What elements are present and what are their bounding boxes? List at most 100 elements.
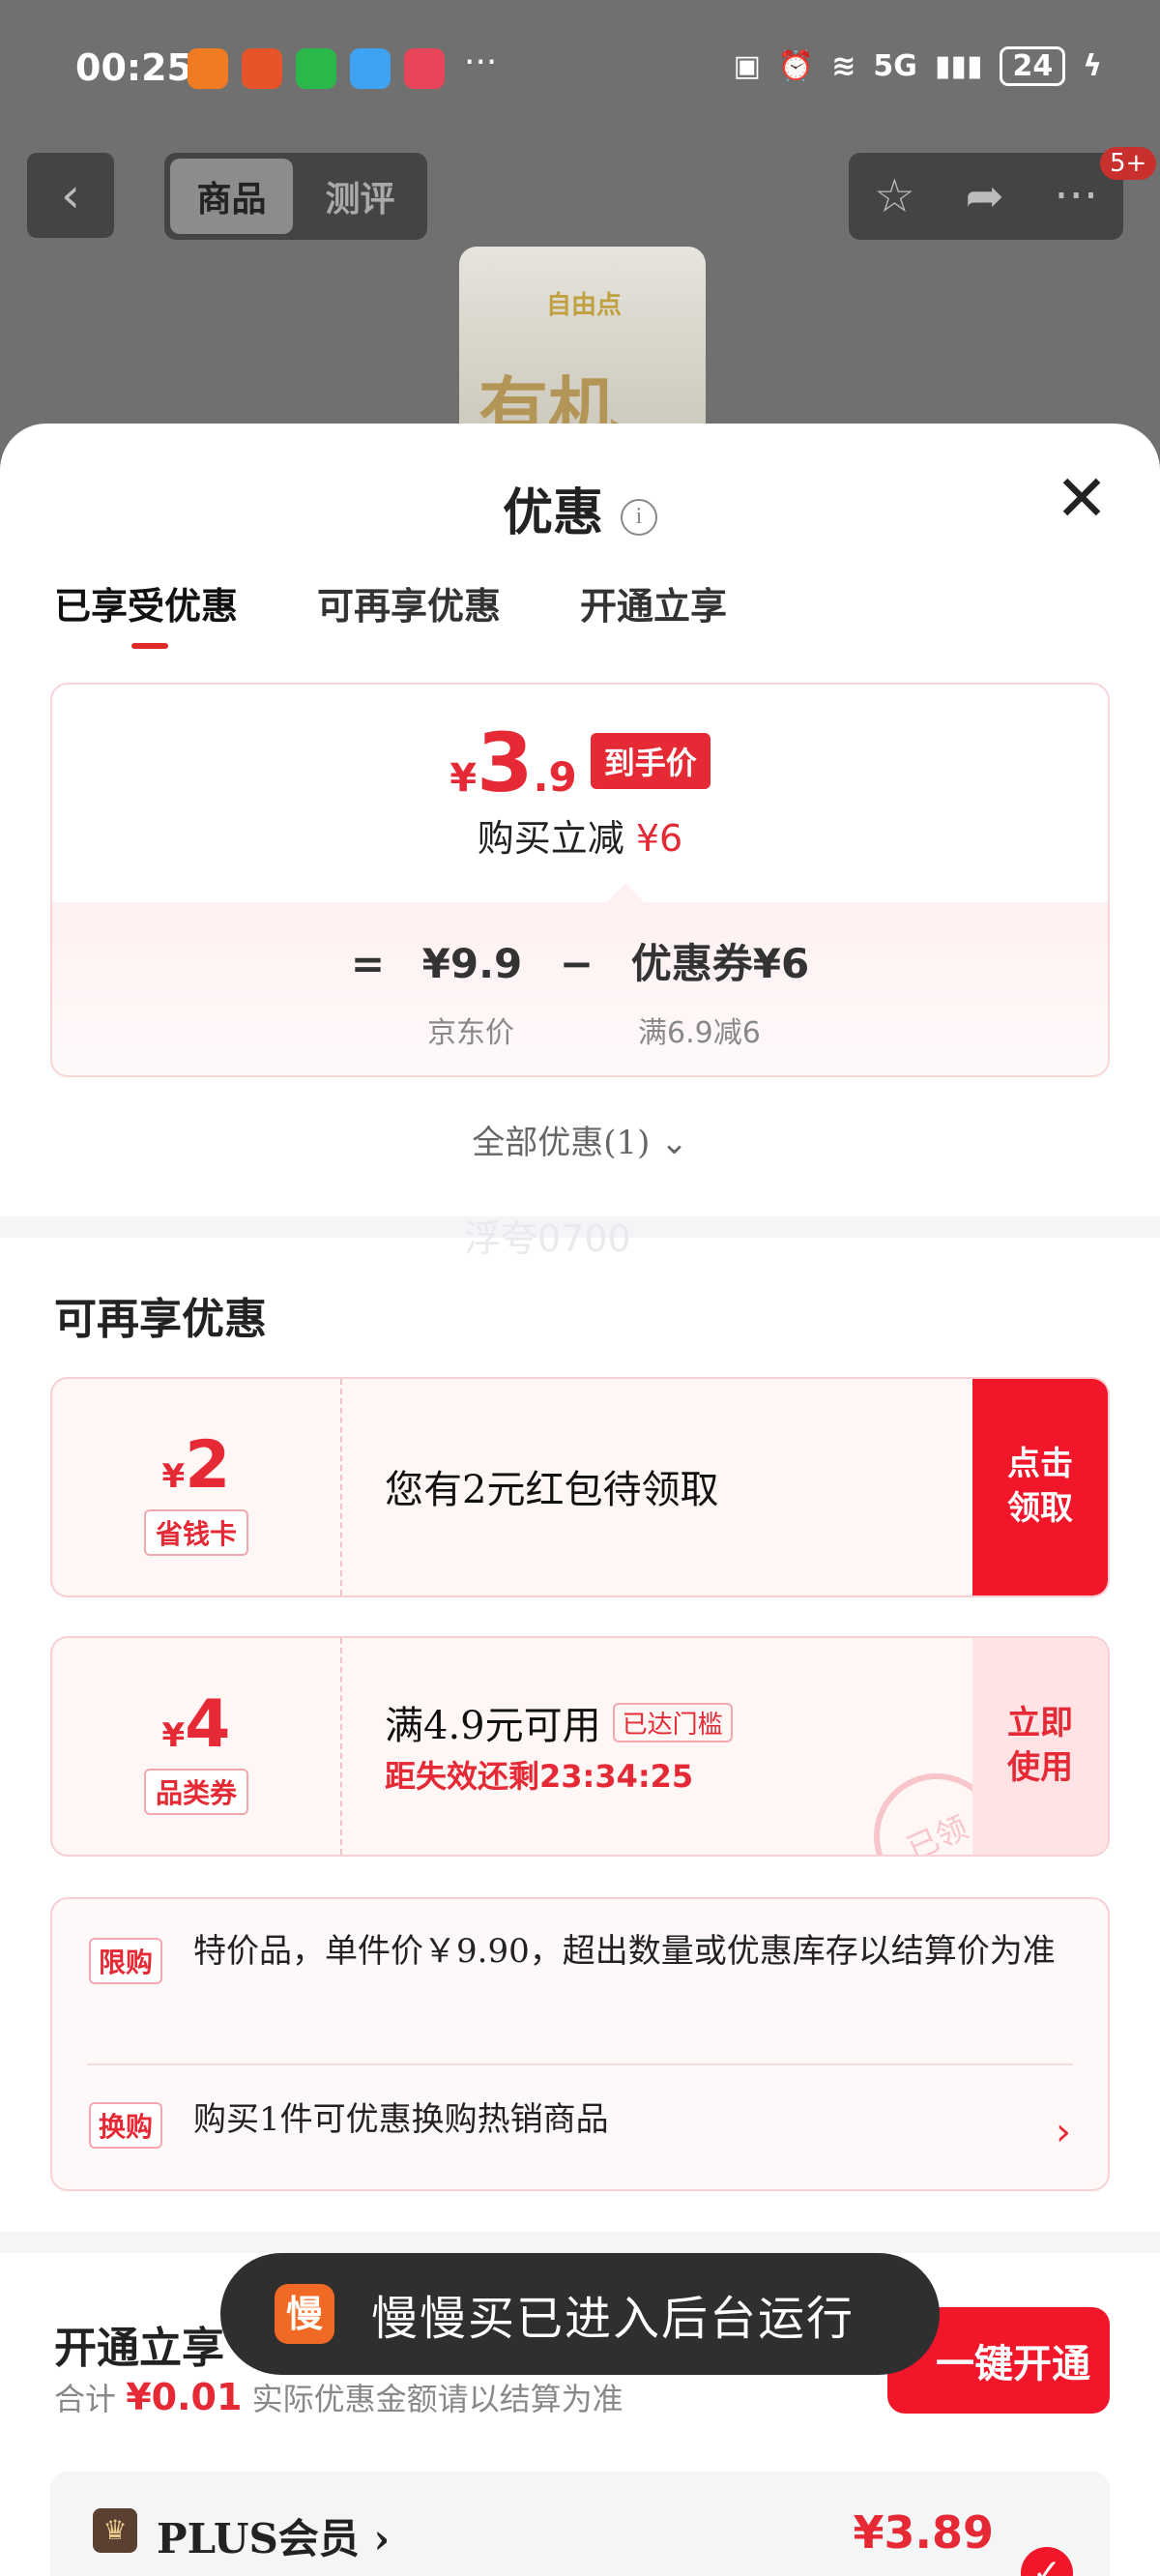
coupon-amount-value: 4 [185, 1686, 231, 1763]
watermark: 浮夸0700 [464, 1217, 631, 1260]
reduction-label: 购买立减 [477, 817, 624, 860]
limit-rule-text: 特价品，单件价￥9.90，超出数量或优惠库存以结算价为准 [193, 1932, 1056, 1971]
more-icon[interactable]: ··· [1054, 169, 1098, 223]
coupon-currency: ¥ [161, 1457, 186, 1496]
currency-symbol: ¥ [450, 756, 478, 801]
reduction-value: ¥6 [635, 817, 683, 860]
info-icon[interactable]: i [621, 498, 657, 536]
plus-member-price: ¥3.89 [853, 2506, 994, 2559]
claim-button-label: 点击 领取 [1007, 1445, 1073, 1528]
final-price-area: ¥3.9 到手价 购买立减 ¥6 [52, 685, 1108, 902]
wechat-icon [296, 48, 336, 89]
alarm-icon: ⏰ [777, 49, 815, 83]
tab-product[interactable]: 商品 [170, 159, 293, 234]
coupon-description: 您有2元红包待领取 [385, 1468, 719, 1512]
tab-review[interactable]: 测评 [299, 159, 421, 234]
coupon-description: 满4.9元可用 已达门槛 [385, 1694, 733, 1750]
chevron-right-icon[interactable]: › [1056, 2110, 1071, 2154]
exchange-rule-text[interactable]: 购买1件可优惠换购热销商品 [193, 2094, 1083, 2146]
battery-icon: 24 [1000, 46, 1066, 86]
use-button[interactable]: 立即 使用 [972, 1638, 1108, 1855]
background-page: 00:25 ··· ▣ ⏰ ≋ 5G ▮▮▮ 24 ϟ ‹ 商品 测评 ☆ ➦ … [0, 0, 1160, 454]
back-button[interactable]: ‹ [27, 153, 114, 238]
price-formula: = ¥9.9 − 优惠券¥6 [52, 931, 1108, 990]
plus-member-row[interactable]: ♛ PLUS会员 › ¥3.89 ✓ [50, 2472, 1110, 2576]
price-decimal: .9 [533, 753, 577, 801]
use-button-label: 立即 使用 [1007, 1704, 1073, 1787]
minus-sign: − [559, 940, 594, 987]
star-icon[interactable]: ☆ [874, 169, 915, 223]
close-button[interactable]: ✕ [1052, 467, 1112, 531]
wifi-icon: ≋ [831, 49, 856, 83]
all-discounts-link[interactable]: 全部优惠(1) ⌄ [0, 1116, 1160, 1163]
purchase-reduction: 购买立减 ¥6 [52, 808, 1108, 862]
share-icon[interactable]: ➦ [966, 169, 1004, 223]
chevron-right-icon: › [373, 2515, 391, 2562]
background-running-toast: 慢 慢慢买已进入后台运行 [220, 2253, 940, 2375]
notification-app-icon [242, 48, 282, 89]
final-price-tag: 到手价 [590, 733, 710, 789]
section-divider [0, 2232, 1160, 2253]
purchase-rules: 限购 特价品，单件价￥9.90，超出数量或优惠库存以结算价为准 换购 购买1件可… [50, 1897, 1110, 2191]
coupon-amount: ¥4 [52, 1686, 340, 1763]
sheet-title-text: 优惠 [502, 483, 603, 542]
base-price: ¥9.9 [421, 940, 523, 987]
base-price-label: 京东价 [427, 1016, 514, 1050]
nfc-icon: ▣ [733, 49, 761, 83]
chevron-left-icon: ‹ [61, 167, 80, 223]
summary-prefix: 合计 [54, 2381, 117, 2417]
summary-amount: ¥0.01 [126, 2376, 243, 2418]
equals-sign: = [350, 940, 386, 987]
claim-button[interactable]: 点击 领取 [972, 1379, 1108, 1595]
open-enjoy-title: 开通立享 [54, 2324, 224, 2373]
top-nav: ‹ 商品 测评 ☆ ➦ ··· 5+ [0, 147, 1160, 240]
product-brand: 自由点 [546, 291, 623, 320]
tab-more-discounts[interactable]: 可再享优惠 [317, 576, 501, 649]
all-discounts-label: 全部优惠(1) [472, 1124, 651, 1162]
charging-icon: ϟ [1083, 49, 1102, 83]
plus-member-label: PLUS会员 › [157, 2506, 390, 2565]
check-icon[interactable]: ✓ [1021, 2547, 1073, 2576]
limit-tag: 限购 [89, 1938, 163, 1984]
sheet-tabs: 已享受优惠 可再享优惠 开通立享 [54, 576, 727, 649]
coupon-expire-countdown: 距失效还剩23:34:25 [385, 1758, 694, 1795]
price-integer: 3 [477, 716, 534, 810]
signal-icon: ▮▮▮ [934, 49, 983, 83]
open-enjoy-summary: 合计 ¥0.01 实际优惠金额请以结算为准 [54, 2375, 624, 2419]
top-actions: ☆ ➦ ··· [849, 153, 1123, 240]
coupon-rule: 满6.9减6 [638, 1016, 761, 1050]
notification-app-icon [404, 48, 445, 89]
plus-label-text: PLUS会员 [157, 2515, 360, 2562]
crown-icon: ♛ [93, 2508, 137, 2553]
coupon-card-redpacket: ¥2 省钱卡 您有2元红包待领取 点击 领取 [50, 1377, 1110, 1597]
message-badge: 5+ [1100, 147, 1157, 180]
price-card: ¥3.9 到手价 购买立减 ¥6 = ¥9.9 − 优惠券¥6 京东价 满6.9减… [50, 683, 1110, 1077]
notification-app-icon [188, 48, 228, 89]
manmanmai-app-icon: 慢 [275, 2284, 334, 2344]
tab-enjoyed[interactable]: 已享受优惠 [54, 576, 238, 649]
network-label: 5G [873, 49, 917, 83]
more-notifications-icon: ··· [464, 43, 498, 82]
top-tabs: 商品 测评 [164, 153, 427, 240]
exchange-tag: 换购 [89, 2102, 163, 2149]
status-indicators: ▣ ⏰ ≋ 5G ▮▮▮ 24 ϟ [734, 46, 1102, 86]
price-breakdown: = ¥9.9 − 优惠券¥6 京东价 满6.9减6 [52, 902, 1108, 1075]
status-time: 00:25 [75, 46, 192, 89]
coupon-amount-area: ¥4 品类券 [52, 1638, 342, 1855]
toast-message: 慢慢买已进入后台运行 [371, 2292, 856, 2346]
coupon-type-tag: 省钱卡 [143, 1509, 248, 1556]
coupon-amount-value: 2 [185, 1427, 231, 1504]
coupon-card-category: ¥4 品类券 满4.9元可用 已达门槛 距失效还剩23:34:25 已领 立即 使… [50, 1636, 1110, 1857]
tab-open-enjoy[interactable]: 开通立享 [580, 576, 727, 649]
final-price: ¥3.9 到手价 [52, 716, 1108, 810]
chevron-down-icon: ⌄ [660, 1124, 688, 1162]
more-discounts-title: 可再享优惠 [54, 1295, 267, 1344]
close-icon: ✕ [1055, 461, 1109, 536]
weather-icon [350, 48, 391, 89]
coupon-currency: ¥ [161, 1716, 186, 1755]
status-bar: 00:25 ··· ▣ ⏰ ≋ 5G ▮▮▮ 24 ϟ [0, 37, 1160, 104]
threshold-badge: 已达门槛 [612, 1703, 733, 1742]
coupon-value: 优惠券¥6 [630, 940, 810, 987]
coupon-amount-area: ¥2 省钱卡 [52, 1379, 342, 1595]
summary-note: 实际优惠金额请以结算为准 [251, 2381, 624, 2417]
